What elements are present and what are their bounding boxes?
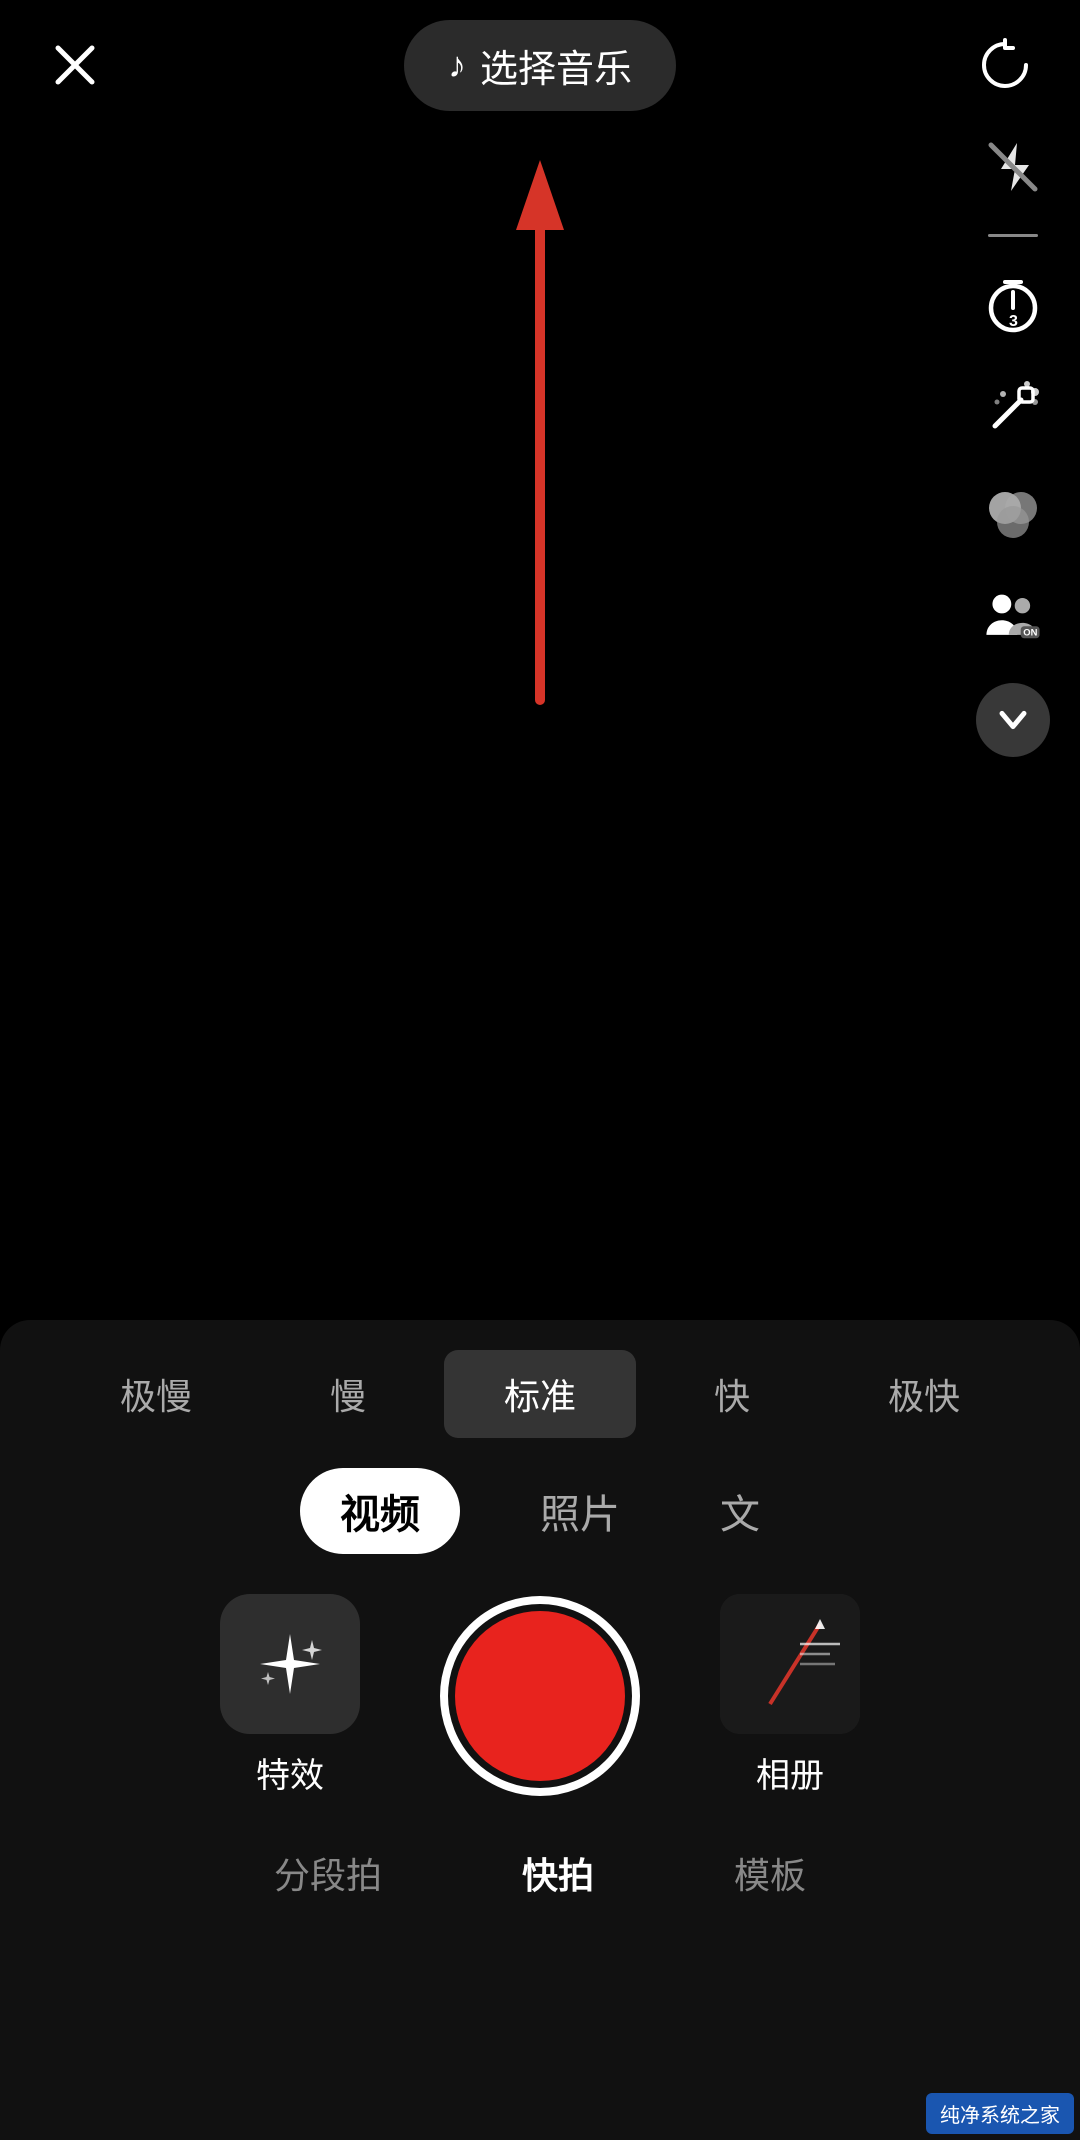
bottom-panel: 极慢 慢 标准 快 极快 视频 照片 文 特效 [0,1320,1080,2140]
top-bar: ♪ 选择音乐 [0,0,1080,130]
flash-off-button[interactable] [976,130,1050,204]
speed-tab-very-slow[interactable]: 极慢 [60,1350,252,1438]
bottom-nav: 分段拍 快拍 模板 [0,1837,1080,1909]
svg-text:ON: ON [1023,627,1037,638]
mode-tabs: 视频 照片 文 [300,1468,780,1554]
svg-text:3: 3 [1009,313,1018,330]
beautify-button[interactable] [976,371,1050,445]
icon-divider [988,234,1038,237]
refresh-button[interactable] [970,30,1040,100]
right-icon-panel: 3 [976,130,1050,757]
mode-tab-video[interactable]: 视频 [300,1468,460,1554]
duet-button[interactable]: ON [976,579,1050,653]
speed-tab-slow[interactable]: 慢 [252,1350,444,1438]
speed-tab-very-fast[interactable]: 极快 [828,1350,1020,1438]
arrow-annotation [510,140,570,740]
effects-label: 特效 [256,1748,324,1797]
album-button[interactable]: 相册 [720,1594,860,1797]
effects-icon-box [220,1594,360,1734]
speed-tab-fast[interactable]: 快 [636,1350,828,1438]
record-row: 特效 相册 [0,1594,1080,1797]
bottom-nav-template[interactable]: 模板 [714,1837,826,1909]
close-button[interactable] [40,30,110,100]
music-select-label: 选择音乐 [480,38,632,93]
filter-button[interactable] [976,475,1050,549]
bottom-nav-segments[interactable]: 分段拍 [254,1837,402,1909]
speed-tabs: 极慢 慢 标准 快 极快 [0,1320,1080,1458]
record-button[interactable] [440,1596,640,1796]
album-label: 相册 [756,1748,824,1797]
timer-button[interactable]: 3 [976,267,1050,341]
speed-tab-normal[interactable]: 标准 [444,1350,636,1438]
watermark: 纯净系统之家 [926,2093,1074,2134]
effects-button[interactable]: 特效 [220,1594,360,1797]
bottom-nav-quick[interactable]: 快拍 [502,1837,614,1909]
music-note-icon: ♪ [448,44,466,86]
more-options-button[interactable] [976,683,1050,757]
mode-tab-text[interactable]: 文 [700,1468,780,1554]
record-button-inner [455,1611,625,1781]
album-thumbnail [720,1594,860,1734]
music-select-button[interactable]: ♪ 选择音乐 [404,20,676,111]
mode-tab-photo[interactable]: 照片 [520,1468,640,1554]
